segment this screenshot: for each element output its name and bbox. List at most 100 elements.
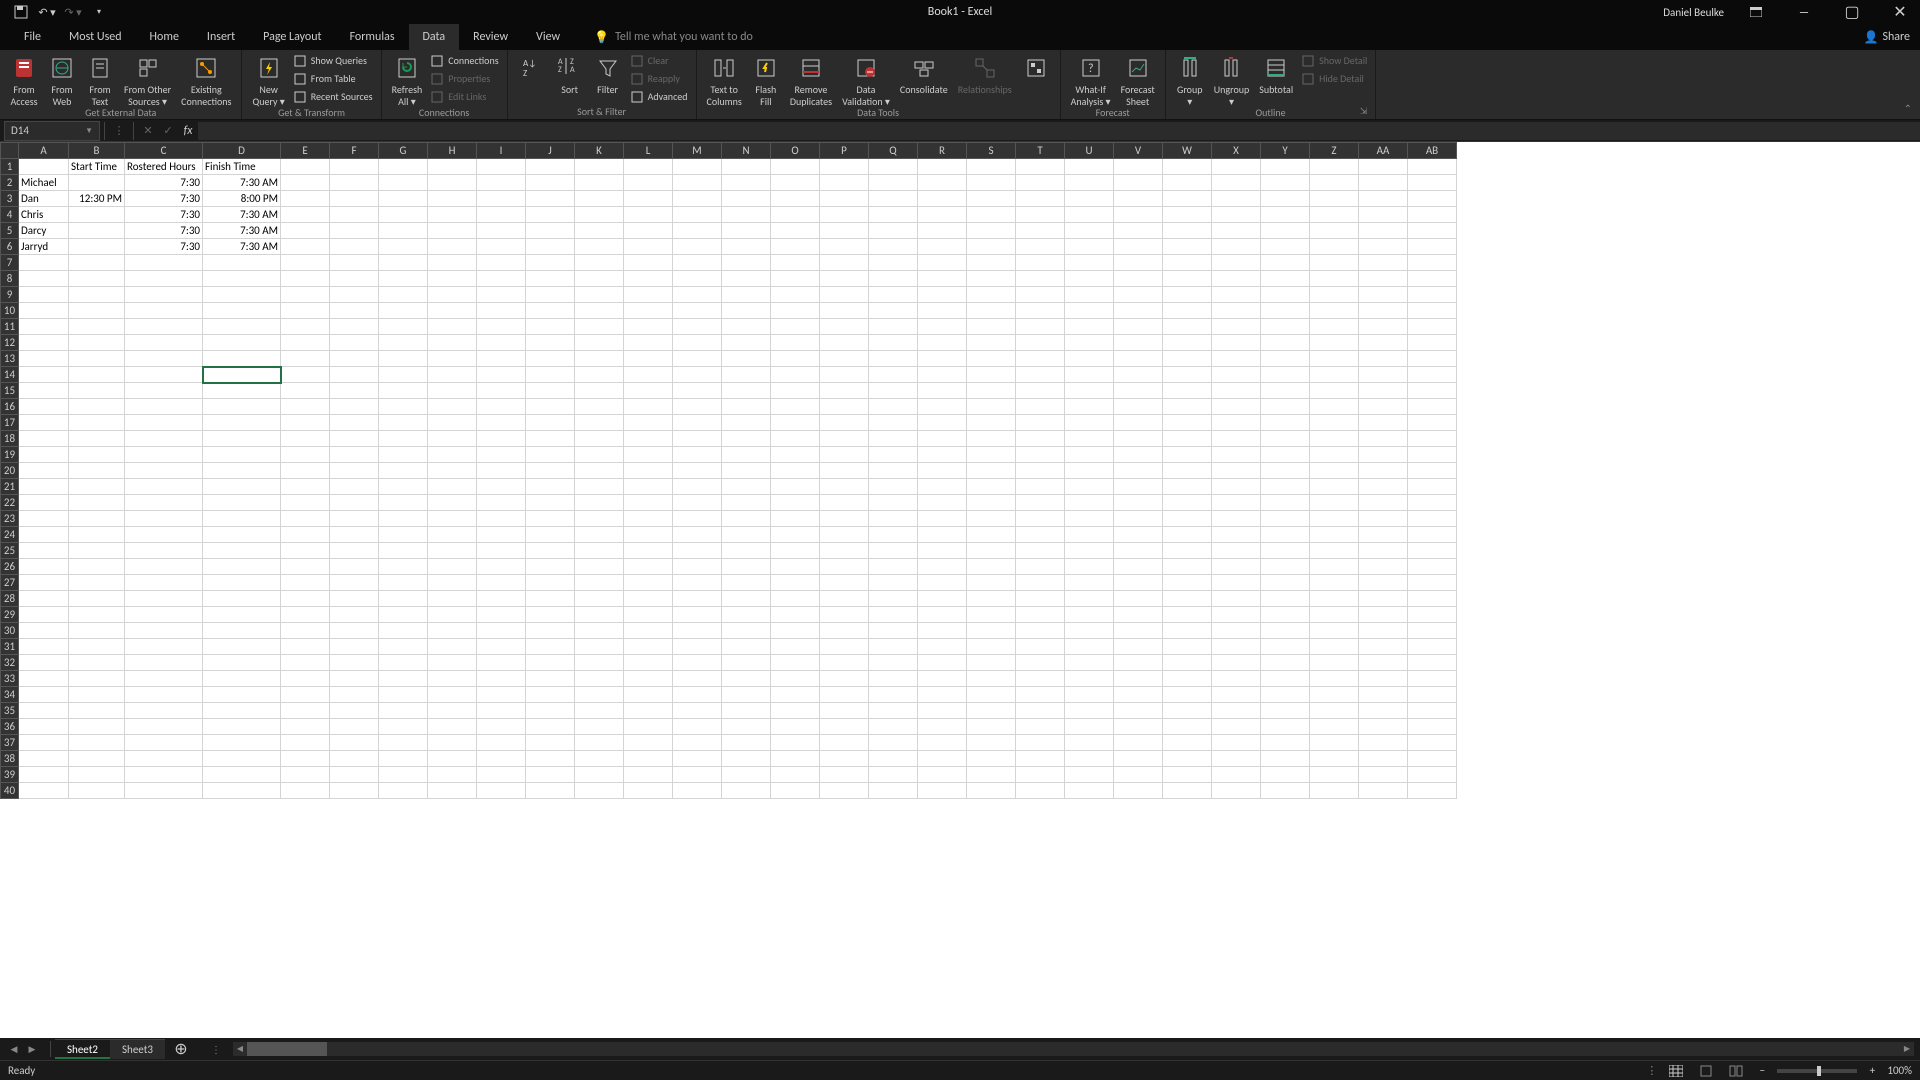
cell-Q6[interactable] <box>869 239 918 255</box>
row-header-28[interactable]: 28 <box>1 591 19 607</box>
cell-W15[interactable] <box>1163 383 1212 399</box>
cell-D2[interactable]: 7:30 AM <box>203 175 281 191</box>
cell-C39[interactable] <box>125 767 203 783</box>
cell-W24[interactable] <box>1163 527 1212 543</box>
cell-V7[interactable] <box>1114 255 1163 271</box>
cell-G11[interactable] <box>379 319 428 335</box>
cell-G36[interactable] <box>379 719 428 735</box>
cell-B19[interactable] <box>69 447 125 463</box>
cell-C7[interactable] <box>125 255 203 271</box>
cell-G10[interactable] <box>379 303 428 319</box>
cell-K20[interactable] <box>575 463 624 479</box>
cell-E34[interactable] <box>281 687 330 703</box>
cell-Z6[interactable] <box>1310 239 1359 255</box>
from-table-button[interactable]: From Table <box>291 70 375 87</box>
cell-G13[interactable] <box>379 351 428 367</box>
cell-G32[interactable] <box>379 655 428 671</box>
cell-U17[interactable] <box>1065 415 1114 431</box>
cell-L11[interactable] <box>624 319 673 335</box>
cell-O16[interactable] <box>771 399 820 415</box>
ribbon-tab-file[interactable]: File <box>10 24 55 50</box>
cell-O23[interactable] <box>771 511 820 527</box>
cell-X4[interactable] <box>1212 207 1261 223</box>
cell-F25[interactable] <box>330 543 379 559</box>
cell-V33[interactable] <box>1114 671 1163 687</box>
cell-H37[interactable] <box>428 735 477 751</box>
cell-K31[interactable] <box>575 639 624 655</box>
cell-P3[interactable] <box>820 191 869 207</box>
cell-R27[interactable] <box>918 575 967 591</box>
cell-E1[interactable] <box>281 159 330 175</box>
cell-U15[interactable] <box>1065 383 1114 399</box>
cell-R19[interactable] <box>918 447 967 463</box>
cell-K26[interactable] <box>575 559 624 575</box>
column-header-O[interactable]: O <box>771 143 820 159</box>
cell-Y2[interactable] <box>1261 175 1310 191</box>
cell-M40[interactable] <box>673 783 722 799</box>
cell-V34[interactable] <box>1114 687 1163 703</box>
tab-scroll-handle[interactable]: ⋮ <box>211 1043 221 1056</box>
cell-Q18[interactable] <box>869 431 918 447</box>
cell-K12[interactable] <box>575 335 624 351</box>
cell-A4[interactable]: Chris <box>19 207 69 223</box>
formula-input[interactable] <box>198 122 1920 140</box>
cell-X17[interactable] <box>1212 415 1261 431</box>
cell-X35[interactable] <box>1212 703 1261 719</box>
cell-AA36[interactable] <box>1359 719 1408 735</box>
cell-K34[interactable] <box>575 687 624 703</box>
cell-K21[interactable] <box>575 479 624 495</box>
cell-Z19[interactable] <box>1310 447 1359 463</box>
cell-F11[interactable] <box>330 319 379 335</box>
cell-AB3[interactable] <box>1408 191 1457 207</box>
cell-T40[interactable] <box>1016 783 1065 799</box>
cell-J30[interactable] <box>526 623 575 639</box>
cell-AB18[interactable] <box>1408 431 1457 447</box>
cell-R40[interactable] <box>918 783 967 799</box>
window-minimize-button[interactable]: ─ <box>1784 0 1824 24</box>
cell-X16[interactable] <box>1212 399 1261 415</box>
cell-AA25[interactable] <box>1359 543 1408 559</box>
cell-Z5[interactable] <box>1310 223 1359 239</box>
cell-L38[interactable] <box>624 751 673 767</box>
cell-D5[interactable]: 7:30 AM <box>203 223 281 239</box>
cell-Z8[interactable] <box>1310 271 1359 287</box>
cell-J12[interactable] <box>526 335 575 351</box>
cell-I31[interactable] <box>477 639 526 655</box>
cell-AA21[interactable] <box>1359 479 1408 495</box>
cell-S27[interactable] <box>967 575 1016 591</box>
cell-H9[interactable] <box>428 287 477 303</box>
cell-M25[interactable] <box>673 543 722 559</box>
cell-X23[interactable] <box>1212 511 1261 527</box>
cell-M2[interactable] <box>673 175 722 191</box>
cell-S17[interactable] <box>967 415 1016 431</box>
cell-S22[interactable] <box>967 495 1016 511</box>
cell-W21[interactable] <box>1163 479 1212 495</box>
cell-T36[interactable] <box>1016 719 1065 735</box>
cell-V28[interactable] <box>1114 591 1163 607</box>
cell-Q22[interactable] <box>869 495 918 511</box>
cell-D4[interactable]: 7:30 AM <box>203 207 281 223</box>
cell-W22[interactable] <box>1163 495 1212 511</box>
cell-C23[interactable] <box>125 511 203 527</box>
cell-N4[interactable] <box>722 207 771 223</box>
cell-E4[interactable] <box>281 207 330 223</box>
cell-M14[interactable] <box>673 367 722 383</box>
cell-I27[interactable] <box>477 575 526 591</box>
cell-C16[interactable] <box>125 399 203 415</box>
cell-F37[interactable] <box>330 735 379 751</box>
cell-Y32[interactable] <box>1261 655 1310 671</box>
cell-B40[interactable] <box>69 783 125 799</box>
cell-I26[interactable] <box>477 559 526 575</box>
cell-O20[interactable] <box>771 463 820 479</box>
cell-R32[interactable] <box>918 655 967 671</box>
cell-X2[interactable] <box>1212 175 1261 191</box>
cell-G25[interactable] <box>379 543 428 559</box>
cell-A24[interactable] <box>19 527 69 543</box>
cell-J38[interactable] <box>526 751 575 767</box>
row-header-27[interactable]: 27 <box>1 575 19 591</box>
cell-AA37[interactable] <box>1359 735 1408 751</box>
hscroll-left-button[interactable]: ◀ <box>233 1042 247 1056</box>
cell-O2[interactable] <box>771 175 820 191</box>
cell-H31[interactable] <box>428 639 477 655</box>
cell-R21[interactable] <box>918 479 967 495</box>
